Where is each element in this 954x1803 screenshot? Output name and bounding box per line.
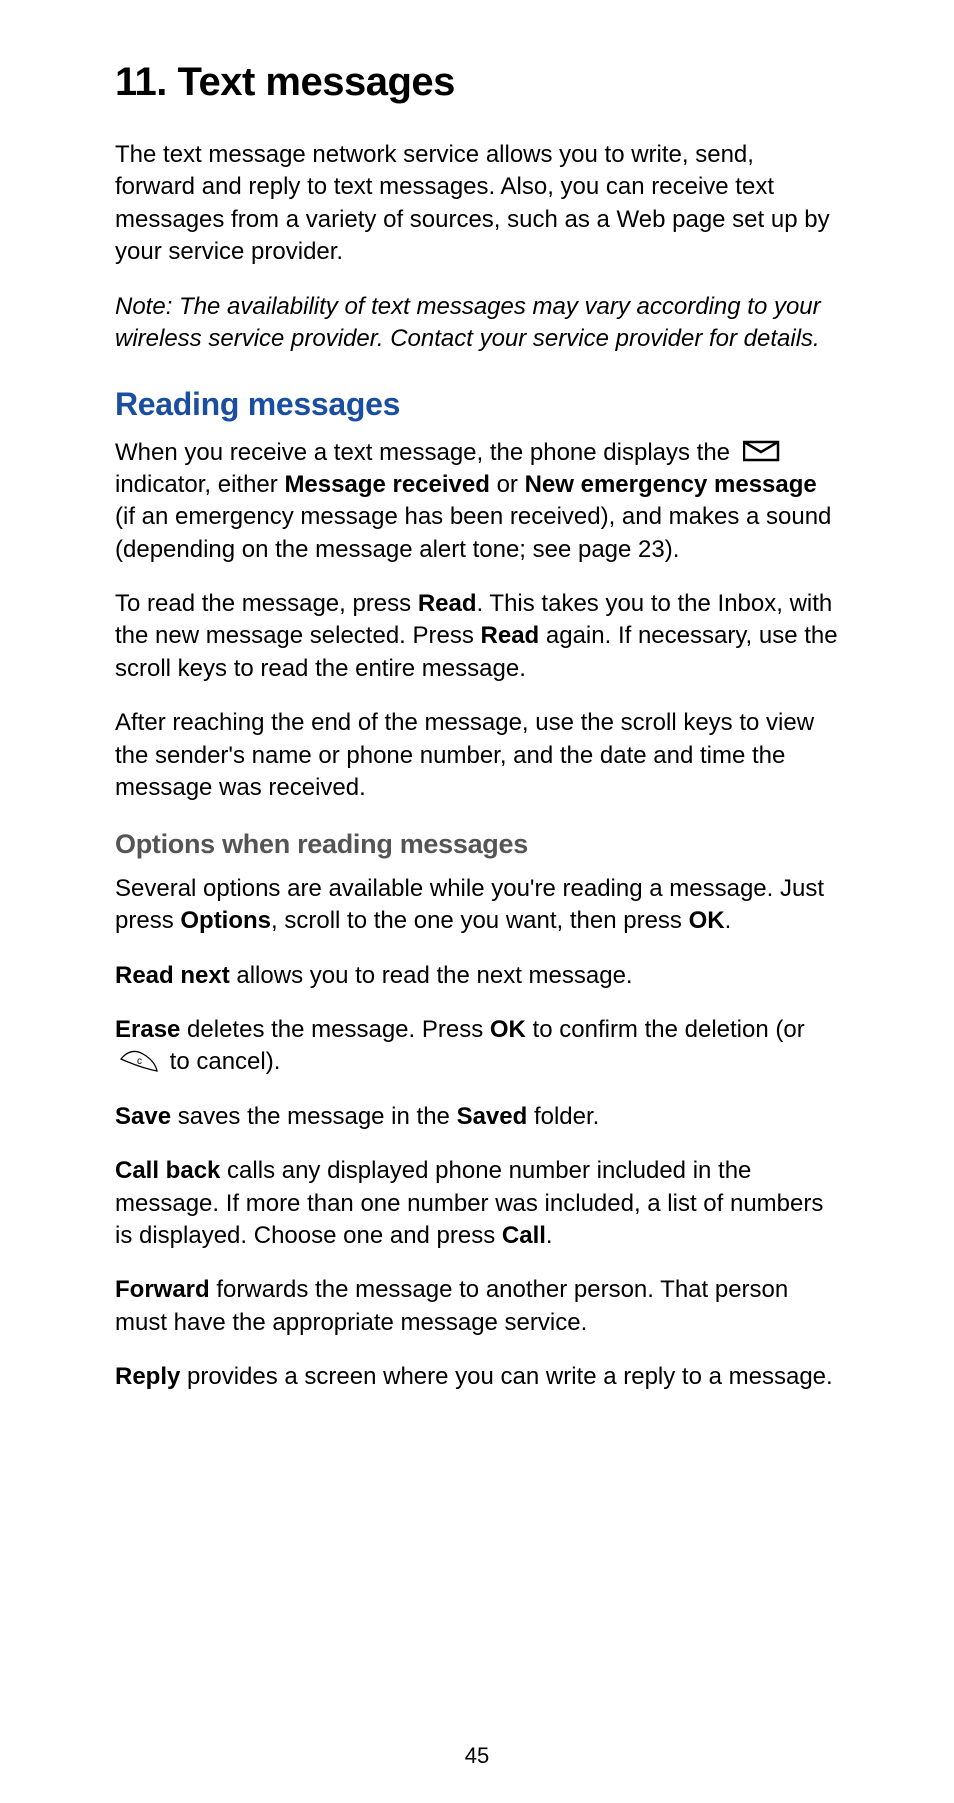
text-bold: Options bbox=[180, 907, 271, 934]
text-bold: OK bbox=[689, 907, 725, 934]
text: folder. bbox=[527, 1103, 599, 1130]
page-number: 45 bbox=[0, 1741, 954, 1771]
text: saves the message in the bbox=[171, 1103, 457, 1130]
text: provides a screen where you can write a … bbox=[180, 1363, 832, 1390]
text-bold: Call bbox=[502, 1222, 546, 1249]
option-label: Call back bbox=[115, 1157, 220, 1184]
option-forward: Forward forwards the message to another … bbox=[115, 1274, 839, 1339]
text: allows you to read the next message. bbox=[230, 962, 633, 989]
text: calls any displayed phone number include… bbox=[115, 1157, 823, 1249]
text: or bbox=[497, 471, 525, 498]
option-label: Erase bbox=[115, 1016, 180, 1043]
text: . bbox=[546, 1222, 553, 1249]
chapter-name: Text messages bbox=[178, 60, 455, 104]
option-label: Reply bbox=[115, 1363, 180, 1390]
envelope-icon bbox=[743, 439, 783, 461]
option-call-back: Call back calls any displayed phone numb… bbox=[115, 1155, 839, 1252]
text: To read the message, press bbox=[115, 590, 418, 617]
text: to cancel). bbox=[170, 1048, 281, 1075]
text: When you receive a text message, the pho… bbox=[115, 439, 737, 466]
text-bold: New emergency message bbox=[525, 471, 817, 498]
option-save: Save saves the message in the Saved fold… bbox=[115, 1101, 839, 1133]
section-reading-heading: Reading messages bbox=[115, 383, 839, 426]
document-page: 11. Text messages The text message netwo… bbox=[0, 0, 954, 1803]
chapter-title: 11. Text messages bbox=[115, 55, 839, 109]
option-label: Save bbox=[115, 1103, 171, 1130]
text: forwards the message to another person. … bbox=[115, 1276, 788, 1335]
option-read-next: Read next allows you to read the next me… bbox=[115, 960, 839, 992]
reading-p3: After reaching the end of the message, u… bbox=[115, 707, 839, 804]
text: to confirm the deletion (or bbox=[526, 1016, 805, 1043]
options-intro: Several options are available while you'… bbox=[115, 873, 839, 938]
text: (if an emergency message has been receiv… bbox=[115, 503, 831, 562]
reading-p1: When you receive a text message, the pho… bbox=[115, 437, 839, 567]
note-paragraph: Note: The availability of text messages … bbox=[115, 291, 839, 356]
intro-paragraph: The text message network service allows … bbox=[115, 139, 839, 269]
c-key-icon: c bbox=[119, 1049, 159, 1071]
option-label: Read next bbox=[115, 962, 230, 989]
text: deletes the message. Press bbox=[180, 1016, 490, 1043]
text: . bbox=[725, 907, 732, 934]
text-bold: Message received bbox=[284, 471, 489, 498]
option-reply: Reply provides a screen where you can wr… bbox=[115, 1361, 839, 1393]
option-label: Forward bbox=[115, 1276, 210, 1303]
section-options-heading: Options when reading messages bbox=[115, 826, 839, 862]
text-bold: Saved bbox=[457, 1103, 528, 1130]
chapter-number: 11. bbox=[115, 60, 167, 104]
text-bold: Read bbox=[418, 590, 477, 617]
text-bold: OK bbox=[490, 1016, 526, 1043]
option-erase: Erase deletes the message. Press OK to c… bbox=[115, 1014, 839, 1079]
reading-p2: To read the message, press Read. This ta… bbox=[115, 588, 839, 685]
svg-text:c: c bbox=[137, 1056, 142, 1067]
text: indicator, either bbox=[115, 471, 284, 498]
text-bold: Read bbox=[481, 622, 540, 649]
text: , scroll to the one you want, then press bbox=[271, 907, 689, 934]
